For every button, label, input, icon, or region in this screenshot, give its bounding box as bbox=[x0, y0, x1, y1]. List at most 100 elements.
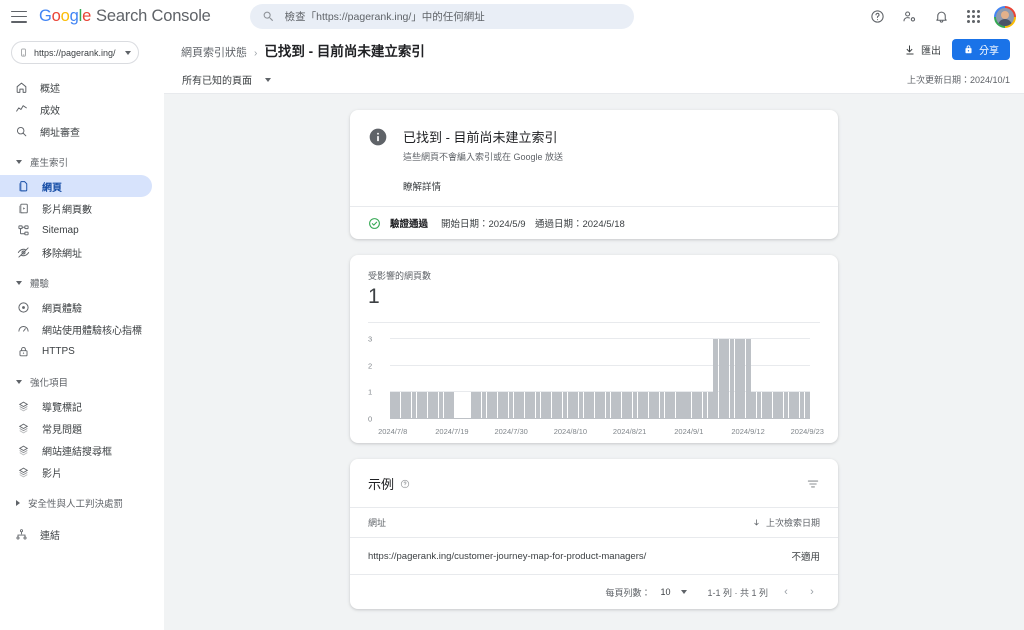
menu-icon[interactable] bbox=[11, 10, 27, 23]
chart-y-tick-label: 3 bbox=[368, 334, 373, 344]
sidebar-item-performance[interactable]: 成效 bbox=[0, 98, 152, 120]
export-label: 匯出 bbox=[921, 46, 941, 57]
column-header-last-crawl[interactable]: 上次檢索日期 bbox=[752, 516, 820, 529]
chart-bar bbox=[767, 392, 773, 419]
column-header-last-crawl-label: 上次檢索日期 bbox=[765, 518, 820, 528]
cell-url[interactable]: https://pagerank.ing/customer-journey-ma… bbox=[368, 551, 791, 562]
chart-bar bbox=[740, 339, 746, 419]
property-label: https://pagerank.ing/ bbox=[34, 47, 116, 58]
search-input[interactable] bbox=[284, 10, 622, 23]
learn-more-link[interactable]: 瞭解詳情 bbox=[403, 179, 563, 193]
sidebar-item-breadcrumbs[interactable]: 導覽標記 bbox=[0, 395, 152, 417]
chart-bar bbox=[643, 392, 649, 419]
sidebar-item-removals[interactable]: 移除網址 bbox=[0, 241, 152, 263]
chart-x-tick-label: 2024/9/12 bbox=[731, 427, 765, 436]
sidebar-item-sitelinks-searchbox[interactable]: 網站連結搜尋框 bbox=[0, 439, 152, 461]
chart-bar bbox=[600, 392, 606, 419]
sidebar-item-page-experience[interactable]: 網頁體驗 bbox=[0, 296, 152, 318]
chart-x-tick-label: 2024/7/8 bbox=[378, 427, 408, 436]
user-settings-icon[interactable] bbox=[896, 4, 922, 30]
remove-url-icon bbox=[16, 245, 30, 259]
sidebar-item-sitemap[interactable]: Sitemap bbox=[0, 219, 152, 241]
sidebar-item-faq[interactable]: 常見問題 bbox=[0, 417, 152, 439]
sidebar-item-videos[interactable]: 影片 bbox=[0, 461, 152, 483]
sidebar-item-links[interactable]: 連結 bbox=[0, 523, 152, 545]
chart-bar bbox=[794, 392, 800, 419]
next-page-button[interactable]: › bbox=[804, 584, 820, 600]
filter-icon[interactable] bbox=[806, 477, 820, 491]
sidebar-item-https[interactable]: HTTPS bbox=[0, 340, 152, 362]
share-button[interactable]: 分享 bbox=[952, 39, 1010, 60]
sidebar-item-url-inspection[interactable]: 網址審查 bbox=[0, 120, 152, 142]
info-icon bbox=[369, 128, 387, 146]
help-icon[interactable] bbox=[864, 4, 890, 30]
sidebar-item-label: 成效 bbox=[40, 105, 60, 117]
sidebar-group-security-manual-actions[interactable]: 安全性與人工判決處罰 bbox=[0, 490, 164, 516]
chart-y-tick-label: 2 bbox=[368, 361, 373, 371]
chart-bar bbox=[788, 392, 794, 419]
rows-per-page-select[interactable]: 10 bbox=[660, 587, 688, 597]
property-selector[interactable]: https://pagerank.ing/ bbox=[11, 41, 139, 64]
sidebar-group-label: 強化項目 bbox=[30, 378, 69, 389]
chart-bar bbox=[675, 392, 681, 419]
top-bar-actions bbox=[864, 4, 1016, 30]
page-header: 網頁索引狀態 › 已找到 - 目前尚未建立索引 匯出 分享 bbox=[164, 33, 1024, 66]
previous-page-button[interactable]: ‹ bbox=[778, 584, 794, 600]
check-circle-icon bbox=[369, 217, 380, 229]
search-bar[interactable] bbox=[249, 4, 634, 29]
sitelinks-searchbox-icon bbox=[16, 443, 30, 457]
chart-bar bbox=[481, 392, 487, 419]
chart-bar bbox=[476, 392, 482, 419]
chart-bar bbox=[778, 392, 783, 419]
chart-bar bbox=[713, 339, 719, 419]
search-icon bbox=[14, 124, 28, 138]
breadcrumb-separator: › bbox=[254, 47, 258, 59]
sidebar-group-label: 安全性與人工判決處罰 bbox=[28, 499, 124, 510]
sidebar-group-label: 產生索引 bbox=[30, 158, 69, 169]
sidebar-item-pages[interactable]: 網頁 bbox=[0, 175, 152, 197]
chart-bar bbox=[562, 392, 568, 419]
sidebar-item-label: 常見問題 bbox=[42, 424, 82, 436]
sidebar-group-indexing[interactable]: 產生索引 bbox=[0, 149, 164, 175]
chevron-down-icon bbox=[681, 590, 688, 594]
chart-x-tick-label: 2024/9/23 bbox=[790, 427, 824, 436]
sidebar-item-video-pages[interactable]: 影片網頁數 bbox=[0, 197, 152, 219]
examples-table-header: 網址 上次檢索日期 bbox=[350, 507, 838, 538]
breadcrumb-parent[interactable]: 網頁索引狀態 bbox=[181, 44, 247, 60]
sidebar-group-enhancements[interactable]: 強化項目 bbox=[0, 369, 164, 395]
chart-bar bbox=[654, 392, 659, 419]
sidebar-item-core-web-vitals[interactable]: 網站使用體驗核心指標 bbox=[0, 318, 152, 340]
chart-bar bbox=[443, 392, 449, 419]
product-name: Search Console bbox=[96, 7, 211, 25]
chart-bar bbox=[395, 392, 401, 419]
chart-bar bbox=[470, 392, 476, 419]
caret-down-icon bbox=[16, 281, 22, 285]
notifications-icon[interactable] bbox=[928, 4, 954, 30]
page-filter-dropdown[interactable]: 所有已知的頁面 bbox=[176, 69, 277, 90]
sidebar-group-label: 體驗 bbox=[30, 279, 50, 290]
logo-letter: o bbox=[60, 7, 70, 25]
chart-bar bbox=[708, 392, 713, 419]
chart-bar bbox=[524, 392, 530, 419]
chart-bar bbox=[637, 392, 643, 419]
help-icon[interactable] bbox=[400, 479, 410, 489]
breadcrumb: 網頁索引狀態 › 已找到 - 目前尚未建立索引 bbox=[181, 40, 425, 60]
avatar[interactable] bbox=[994, 5, 1016, 28]
video-pages-icon bbox=[16, 201, 30, 215]
table-row[interactable]: https://pagerank.ing/customer-journey-ma… bbox=[350, 538, 838, 575]
chart-bar bbox=[584, 392, 589, 419]
content-scroll-area: 已找到 - 目前尚未建立索引 這些網頁不會編入索引或在 Google 放送 瞭解… bbox=[164, 94, 1024, 630]
chart-bar bbox=[578, 392, 584, 419]
status-card-body: 已找到 - 目前尚未建立索引 這些網頁不會編入索引或在 Google 放送 瞭解… bbox=[350, 110, 838, 206]
sidebar-item-overview[interactable]: 概述 bbox=[0, 76, 152, 98]
chart-bar bbox=[783, 392, 789, 419]
apps-grid-icon[interactable] bbox=[960, 4, 986, 30]
sidebar-group-experience[interactable]: 體驗 bbox=[0, 270, 164, 296]
pages-icon bbox=[16, 179, 30, 193]
column-header-url: 網址 bbox=[368, 518, 387, 528]
lock-icon bbox=[965, 45, 972, 54]
sidebar: https://pagerank.ing/ 概述 成效 網址審查 產生索引 網頁… bbox=[0, 33, 164, 630]
share-label: 分享 bbox=[979, 46, 999, 57]
export-button[interactable]: 匯出 bbox=[904, 42, 941, 57]
apps-grid-dots bbox=[966, 10, 980, 23]
